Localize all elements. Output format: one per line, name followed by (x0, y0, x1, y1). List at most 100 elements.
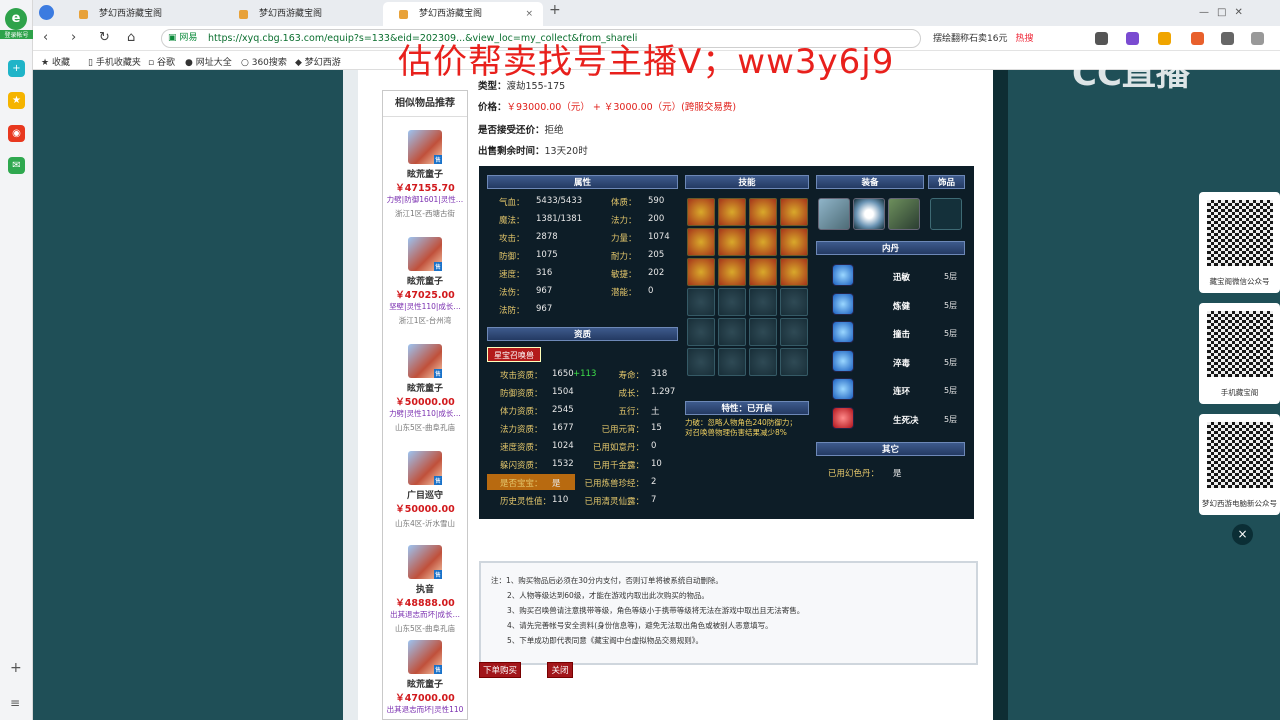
pet-price[interactable]: ￥47155.70 (383, 180, 467, 194)
neidan-icon[interactable] (832, 321, 854, 344)
buy-button[interactable]: 下单购买 (479, 662, 521, 678)
browser-logo-icon[interactable]: e (5, 8, 27, 30)
neidan-icon[interactable] (832, 407, 854, 429)
tab-3-active[interactable]: 梦幻西游藏宝阁 × (383, 2, 543, 26)
skill-icon[interactable] (749, 258, 777, 286)
bookmark-360[interactable]: ○ 360搜索 (241, 55, 287, 68)
recommendation-item[interactable]: 售眩荒童子 ￥50000.00 力劈|灵性110|成长… 山东5区-曲阜孔庙 (383, 344, 467, 433)
weibo-app-icon[interactable]: ◉ (8, 125, 25, 142)
pet-avatar[interactable]: 售 (408, 237, 442, 271)
skill-slot-empty[interactable] (687, 318, 715, 346)
menu-icon[interactable]: ≡ (10, 696, 20, 710)
skill-icon[interactable] (687, 198, 715, 226)
brightness-icon[interactable] (1251, 32, 1264, 45)
qr-card-wechat[interactable]: 藏宝阁微信公众号 (1199, 192, 1280, 293)
skill-slot-empty[interactable] (687, 288, 715, 316)
skill-icon[interactable] (749, 198, 777, 226)
tab-1[interactable]: 梦幻西游藏宝阁 (63, 2, 223, 26)
tab-close-icon[interactable]: × (525, 2, 533, 26)
neidan-icon[interactable] (832, 378, 854, 401)
plus-app-icon[interactable]: + (8, 60, 25, 77)
pet-attrs[interactable]: 坚壁|灵性110|成长… (383, 301, 467, 312)
pet-price[interactable]: ￥50000.00 (383, 501, 467, 515)
skill-slot-empty[interactable] (780, 318, 808, 346)
neidan-icon[interactable] (832, 264, 854, 286)
pet-price[interactable]: ￥47025.00 (383, 287, 467, 301)
game-icon[interactable] (1191, 32, 1204, 45)
summon-pet-button[interactable]: 星宝召唤兽 (487, 347, 541, 362)
skill-icon[interactable] (718, 258, 746, 286)
pet-name[interactable]: 眩荒童子 (383, 677, 467, 690)
recommendation-item[interactable]: 售眩荒童子 ￥47025.00 坚壁|灵性110|成长… 浙江1区-台州湾 (383, 237, 467, 326)
pet-avatar[interactable]: 售 (408, 344, 442, 378)
skill-icon[interactable] (718, 198, 746, 226)
deco-slot-empty[interactable] (930, 198, 962, 230)
back-icon[interactable]: ‹ (43, 30, 48, 45)
qr-card-mobile[interactable]: 手机藏宝阁 (1199, 303, 1280, 404)
extension-icon[interactable] (1126, 32, 1139, 45)
search-suggestion[interactable]: 摆绘翻称石卖16元 热搜 (933, 31, 1103, 44)
skill-icon[interactable] (749, 228, 777, 256)
skill-icon[interactable] (780, 198, 808, 226)
pet-attrs[interactable]: 力劈|灵性110|成长… (383, 408, 467, 419)
pet-name[interactable]: 眩荒童子 (383, 167, 467, 180)
hot-search-label[interactable]: 热搜 (1015, 34, 1033, 44)
skill-icon[interactable] (780, 228, 808, 256)
add-icon[interactable]: + (10, 660, 22, 676)
reload-icon[interactable]: ↻ (99, 30, 110, 45)
skill-icon[interactable] (687, 258, 715, 286)
skill-slot-empty[interactable] (749, 318, 777, 346)
bookmark-mhxy[interactable]: ◆ 梦幻西游 (295, 55, 341, 68)
bookmark-hao[interactable]: ● 网址大全 (185, 55, 232, 68)
window-controls[interactable]: —□✕ (1199, 7, 1259, 19)
neidan-icon[interactable] (832, 349, 854, 372)
pet-name[interactable]: 眩荒童子 (383, 381, 467, 394)
skill-slot-empty[interactable] (749, 288, 777, 316)
login-badge[interactable]: 登录帐号 (0, 30, 33, 39)
pet-name[interactable]: 广目巡守 (383, 488, 467, 501)
pet-attrs[interactable]: 出其退志而坏|成长… (383, 609, 467, 620)
skill-slot-empty[interactable] (780, 288, 808, 316)
recommendation-item[interactable]: 售眩荒童子 ￥47155.70 力劈|防御1601|灵性… 浙江1区-西塘古街 (383, 130, 467, 219)
new-tab-button[interactable]: + (549, 2, 561, 18)
scissors-icon[interactable] (1095, 32, 1108, 45)
skill-slot-empty[interactable] (780, 348, 808, 376)
skill-slot-empty[interactable] (687, 348, 715, 376)
equip-slot-1[interactable] (818, 198, 850, 230)
qr-card-pc[interactable]: 梦幻西游电脑新公众号 (1199, 414, 1280, 515)
pet-price[interactable]: ￥47000.00 (383, 690, 467, 704)
pet-avatar[interactable]: 售 (408, 545, 442, 579)
forward-icon[interactable]: › (71, 30, 76, 45)
shield-icon[interactable] (1158, 32, 1171, 45)
pet-name[interactable]: 执音 (383, 582, 467, 595)
home-icon[interactable]: ⌂ (127, 30, 135, 45)
pet-attrs[interactable]: 出其退志而坏|灵性110 (383, 704, 467, 715)
equip-slot-3[interactable] (888, 198, 920, 230)
pet-avatar[interactable]: 售 (408, 640, 442, 674)
skill-icon[interactable] (780, 258, 808, 286)
pet-name[interactable]: 眩荒童子 (383, 274, 467, 287)
recommendation-item[interactable]: 售眩荒童子 ￥47000.00 出其退志而坏|灵性110 (383, 640, 467, 718)
skill-slot-empty[interactable] (749, 348, 777, 376)
skill-slot-empty[interactable] (718, 348, 746, 376)
bookmark-favorites[interactable]: ★ 收藏 (41, 55, 70, 68)
pet-price[interactable]: ￥48888.00 (383, 595, 467, 609)
neidan-icon[interactable] (832, 292, 854, 315)
pet-avatar[interactable]: 售 (408, 451, 442, 485)
star-app-icon[interactable]: ★ (8, 92, 25, 109)
tab-2[interactable]: 梦幻西游藏宝阁 (223, 2, 383, 26)
pet-avatar[interactable]: 售 (408, 130, 442, 164)
skill-slot-empty[interactable] (718, 288, 746, 316)
close-button[interactable]: 关闭 (547, 662, 573, 678)
pet-attrs[interactable]: 力劈|防御1601|灵性… (383, 194, 467, 205)
bookmark-mobile[interactable]: ▯ 手机收藏夹 (88, 55, 141, 68)
recommendation-item[interactable]: 售广目巡守 ￥50000.00 山东4区-沂水雪山 (383, 451, 467, 529)
mail-app-icon[interactable]: ✉ (8, 157, 25, 174)
skill-icon[interactable] (687, 228, 715, 256)
apps-grid-icon[interactable] (1221, 32, 1234, 45)
pet-price[interactable]: ￥50000.00 (383, 394, 467, 408)
nav-arrow-icon[interactable] (39, 5, 54, 20)
recommendation-item[interactable]: 售执音 ￥48888.00 出其退志而坏|成长… 山东5区-曲阜孔庙 (383, 545, 467, 634)
skill-icon[interactable] (718, 228, 746, 256)
equip-slot-2[interactable] (853, 198, 885, 230)
